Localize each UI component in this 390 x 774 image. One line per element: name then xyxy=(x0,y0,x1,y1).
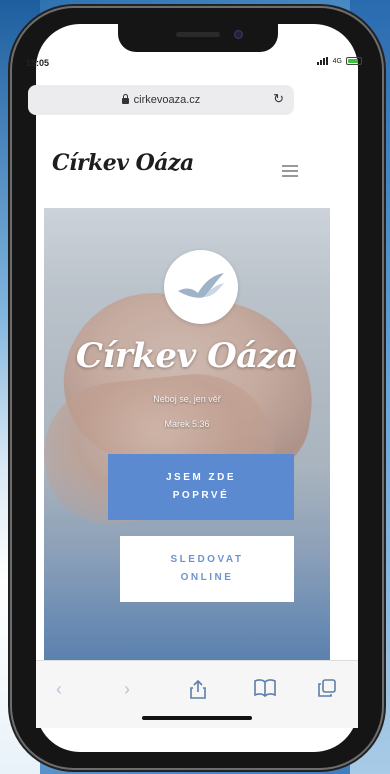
tabs-icon[interactable] xyxy=(318,679,336,702)
front-camera xyxy=(234,30,243,39)
hero-reference: Marek 5:36 xyxy=(164,419,210,429)
address-bar[interactable]: cirkevoaza.cz ↻ xyxy=(28,85,294,115)
dove-logo-icon xyxy=(164,250,238,324)
lock-icon xyxy=(121,94,129,104)
hamburger-icon[interactable] xyxy=(282,165,298,177)
status-indicators: 4G xyxy=(316,57,362,65)
speaker-grille xyxy=(176,32,220,37)
battery-icon xyxy=(346,57,362,65)
site-logo[interactable]: Církev Oáza xyxy=(52,150,194,176)
first-visit-button[interactable]: JSEM ZDE POPRVÉ xyxy=(108,454,294,520)
forward-button[interactable]: › xyxy=(124,679,130,700)
hero-quote: Neboj se, jen věř xyxy=(153,394,221,404)
url-text: cirkevoaza.cz xyxy=(133,94,201,106)
home-indicator[interactable] xyxy=(142,716,252,720)
share-icon[interactable] xyxy=(190,679,206,704)
hero-title: Církev Oáza xyxy=(75,336,299,376)
watch-online-button[interactable]: SLEDOVAT ONLINE xyxy=(120,536,294,602)
back-button[interactable]: ‹ xyxy=(56,679,62,700)
status-time: 15:05 xyxy=(26,58,50,68)
network-label: 4G xyxy=(332,57,342,65)
reload-icon[interactable]: ↻ xyxy=(273,91,284,107)
phone-notch xyxy=(118,24,278,52)
hero-section: Církev Oáza Neboj se, jen věř Marek 5:36… xyxy=(44,208,330,672)
book-icon[interactable] xyxy=(254,679,276,702)
signal-icon xyxy=(316,57,329,65)
